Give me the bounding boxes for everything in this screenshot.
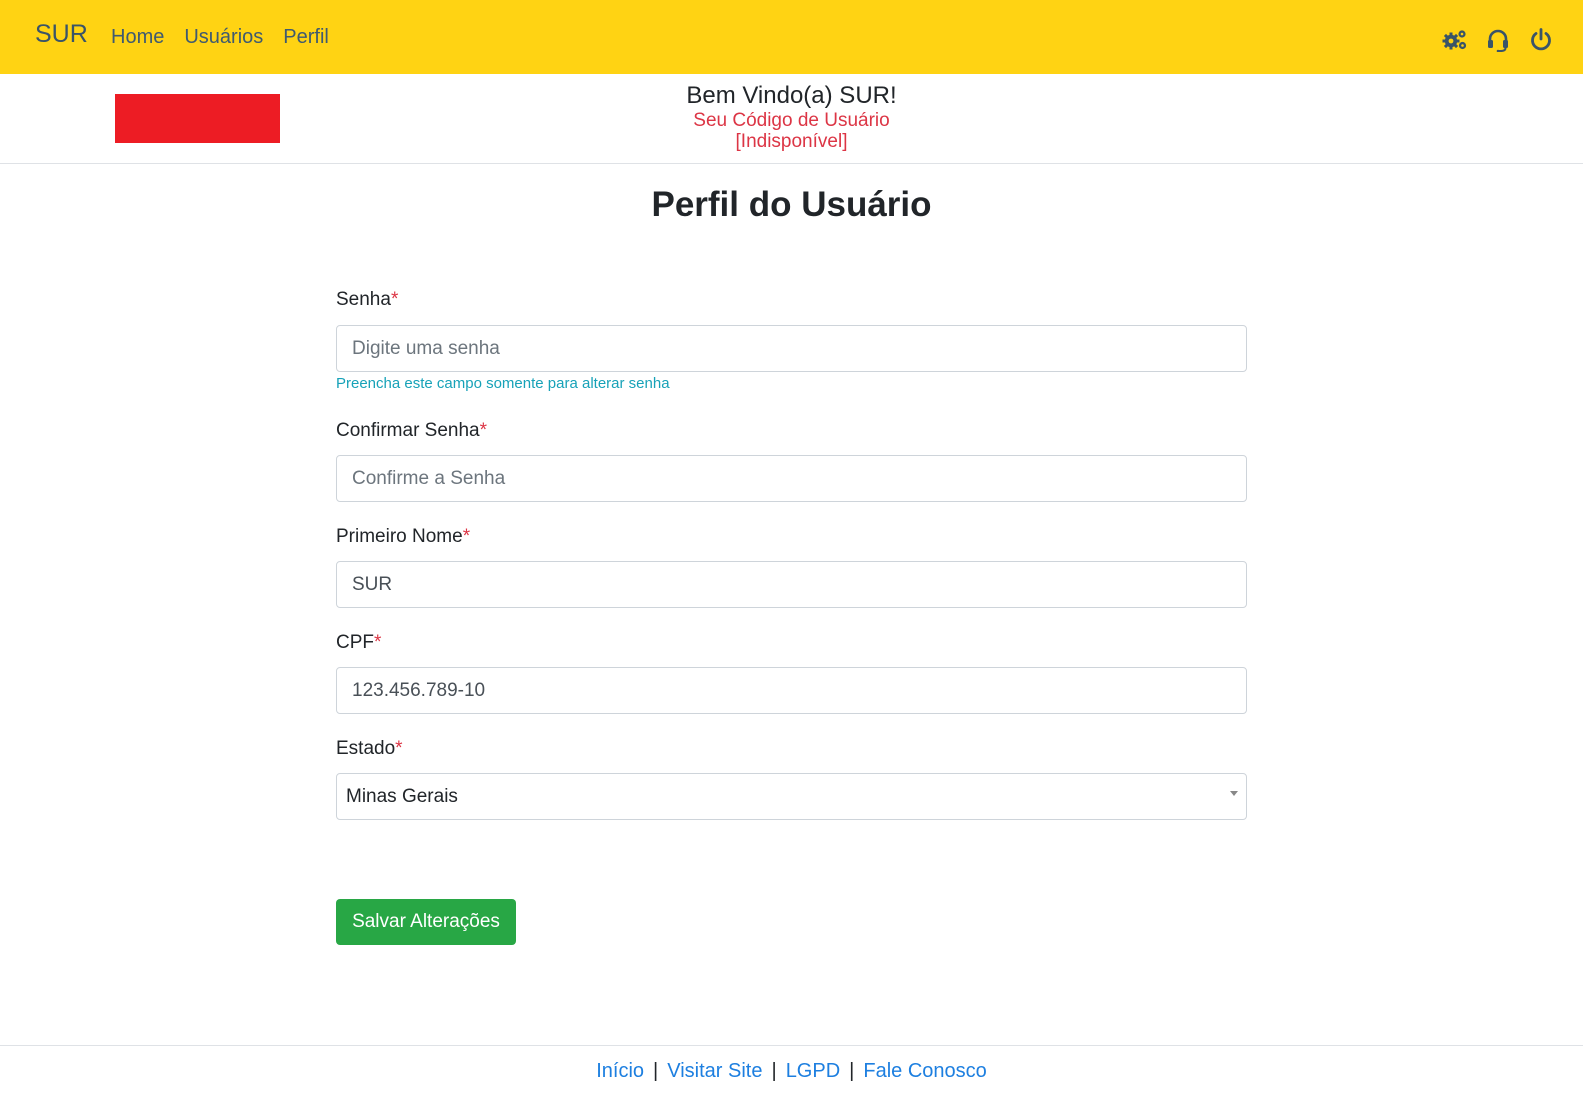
- welcome-text: Bem Vindo(a) SUR! Seu Código de Usuário …: [0, 82, 1583, 152]
- welcome-title: Bem Vindo(a) SUR!: [686, 82, 897, 109]
- page-title: Perfil do Usuário: [651, 185, 932, 224]
- estado-selected-value: Minas Gerais: [346, 786, 458, 807]
- footer-link-fale-conosco[interactable]: Fale Conosco: [863, 1060, 986, 1082]
- cpf-label: CPF*: [336, 632, 382, 653]
- required-marker: *: [374, 632, 382, 653]
- footer: Início | Visitar Site | LGPD | Fale Conosco: [0, 1045, 1583, 1116]
- required-marker: *: [390, 289, 399, 310]
- gears-icon[interactable]: [1442, 28, 1468, 52]
- user-code-value: [Indisponível]: [735, 131, 848, 152]
- primeiro-nome-input[interactable]: [336, 561, 1247, 608]
- estado-select[interactable]: Minas Gerais: [336, 773, 1247, 820]
- footer-links: Início | Visitar Site | LGPD | Fale Conosco: [0, 1060, 1583, 1083]
- caret-down-icon: [1230, 791, 1238, 796]
- footer-separator: |: [653, 1060, 659, 1082]
- footer-separator: |: [771, 1060, 777, 1082]
- estado-label: Estado*: [336, 738, 403, 759]
- senha-label: Senha*: [336, 289, 399, 310]
- brand-link[interactable]: SUR: [35, 20, 88, 49]
- nav-link-home[interactable]: Home: [111, 26, 164, 49]
- nav-link-perfil[interactable]: Perfil: [283, 26, 329, 49]
- footer-link-lgpd[interactable]: LGPD: [786, 1060, 840, 1082]
- power-icon[interactable]: [1528, 28, 1554, 52]
- required-marker: *: [479, 420, 488, 441]
- footer-link-visitar-site[interactable]: Visitar Site: [667, 1060, 762, 1082]
- user-code-label: Seu Código de Usuário: [693, 110, 890, 131]
- footer-link-inicio[interactable]: Início: [596, 1060, 644, 1082]
- primeiro-nome-label: Primeiro Nome*: [336, 526, 471, 547]
- nav-links: Home Usuários Perfil: [111, 26, 329, 49]
- nav-icons: [1442, 28, 1554, 52]
- required-marker: *: [395, 738, 403, 759]
- senha-help-text: Preencha este campo somente para alterar…: [336, 375, 670, 392]
- confirmar-senha-label: Confirmar Senha*: [336, 420, 488, 441]
- cpf-input[interactable]: [336, 667, 1247, 714]
- welcome-bar: Bem Vindo(a) SUR! Seu Código de Usuário …: [0, 74, 1583, 164]
- footer-separator: |: [849, 1060, 855, 1082]
- save-button[interactable]: Salvar Alterações: [336, 899, 516, 945]
- nav-link-usuarios[interactable]: Usuários: [184, 26, 263, 49]
- confirmar-senha-input[interactable]: [336, 455, 1247, 502]
- headset-icon[interactable]: [1485, 28, 1511, 52]
- senha-input[interactable]: [336, 325, 1247, 372]
- required-marker: *: [462, 526, 471, 547]
- top-navbar: SUR Home Usuários Perfil: [0, 0, 1583, 74]
